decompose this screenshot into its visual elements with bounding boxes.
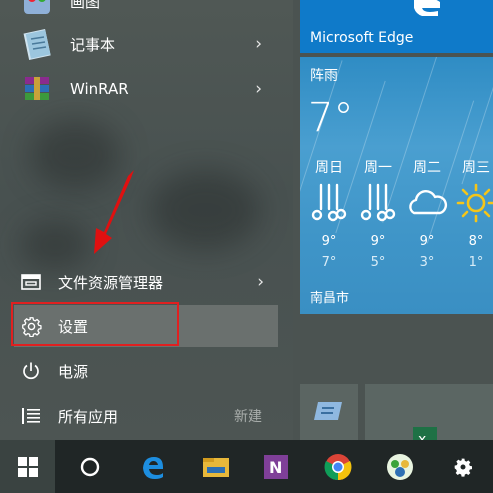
- file-explorer-icon: [202, 457, 229, 477]
- taskbar: N: [0, 440, 493, 493]
- forecast-day: 周一: [364, 160, 392, 176]
- taskbar-file-explorer-button[interactable]: [188, 440, 243, 493]
- weather-city: 南昌市: [310, 291, 350, 306]
- start-menu-tiles: Microsoft Edge 阵雨 7° 周日 9° 7° 周一 9° 5° 周…: [293, 0, 493, 449]
- forecast-low: 7°: [321, 255, 337, 270]
- annotation-arrow: [94, 170, 134, 254]
- forecast-high: 9°: [321, 234, 337, 249]
- tile-small-app[interactable]: [300, 384, 358, 440]
- file-explorer-item[interactable]: 文件资源管理器 ›: [14, 261, 278, 303]
- forecast-low: 3°: [419, 255, 435, 270]
- cortana-button[interactable]: [62, 440, 117, 493]
- tile-weather[interactable]: 阵雨 7° 周日 9° 7° 周一 9° 5° 周二 9° 3° 周三 8° 1…: [300, 57, 493, 314]
- tile-microsoft-edge[interactable]: Microsoft Edge: [300, 0, 493, 53]
- power-label: 电源: [58, 362, 89, 381]
- rain-icon: [360, 183, 396, 222]
- onenote-icon: N: [263, 454, 288, 479]
- file-explorer-icon: [20, 271, 42, 293]
- sun-icon: [456, 183, 493, 223]
- taskbar-onenote-button[interactable]: N: [248, 440, 303, 493]
- forecast-high: 8°: [468, 234, 484, 249]
- settings-gear-icon: [454, 458, 472, 477]
- forecast-day: 周二: [413, 160, 441, 176]
- weather-condition: 阵雨: [310, 68, 338, 84]
- start-button[interactable]: [0, 440, 55, 493]
- forecast-high: 9°: [370, 234, 386, 249]
- taskbar-edge-button[interactable]: [125, 440, 180, 493]
- weather-temperature: 7°: [308, 95, 354, 141]
- forecast-low: 1°: [468, 255, 484, 270]
- annotation-highlight-box: [11, 302, 179, 346]
- forecast-day: 周日: [315, 160, 343, 176]
- app-tile-icon: [314, 402, 342, 420]
- edge-logo-icon: [414, 0, 440, 16]
- power-item[interactable]: 电源: [14, 350, 278, 392]
- chrome-icon: [324, 453, 351, 480]
- new-badge: 新建: [234, 409, 262, 425]
- taskbar-chrome-button[interactable]: [310, 440, 365, 493]
- forecast-high: 9°: [419, 234, 435, 249]
- tile-excel[interactable]: x: [365, 384, 493, 449]
- rain-icon: [311, 183, 347, 222]
- start-menu-left-pane: 画图 记事本 › WinRAR › 文件资源管理器 › 设置 电源 所有应用 新…: [0, 0, 293, 440]
- taskbar-baidu-button[interactable]: [372, 440, 427, 493]
- all-apps-label: 所有应用: [58, 407, 119, 426]
- cortana-icon: [80, 457, 99, 476]
- forecast-low: 5°: [370, 255, 386, 270]
- edge-icon: [142, 456, 163, 479]
- windows-start-icon: [17, 456, 38, 477]
- power-icon: [20, 360, 42, 382]
- cloud-icon: [409, 190, 448, 215]
- baidu-icon: [386, 453, 413, 480]
- list-icon: [20, 405, 42, 427]
- file-explorer-label: 文件资源管理器: [58, 273, 164, 292]
- chevron-right-icon[interactable]: ›: [257, 272, 264, 292]
- svg-text:N: N: [269, 458, 282, 477]
- forecast-day: 周三: [462, 160, 490, 176]
- all-apps-item[interactable]: 所有应用 新建: [14, 395, 278, 437]
- tile-label: Microsoft Edge: [310, 30, 414, 46]
- taskbar-settings-button[interactable]: [435, 440, 490, 493]
